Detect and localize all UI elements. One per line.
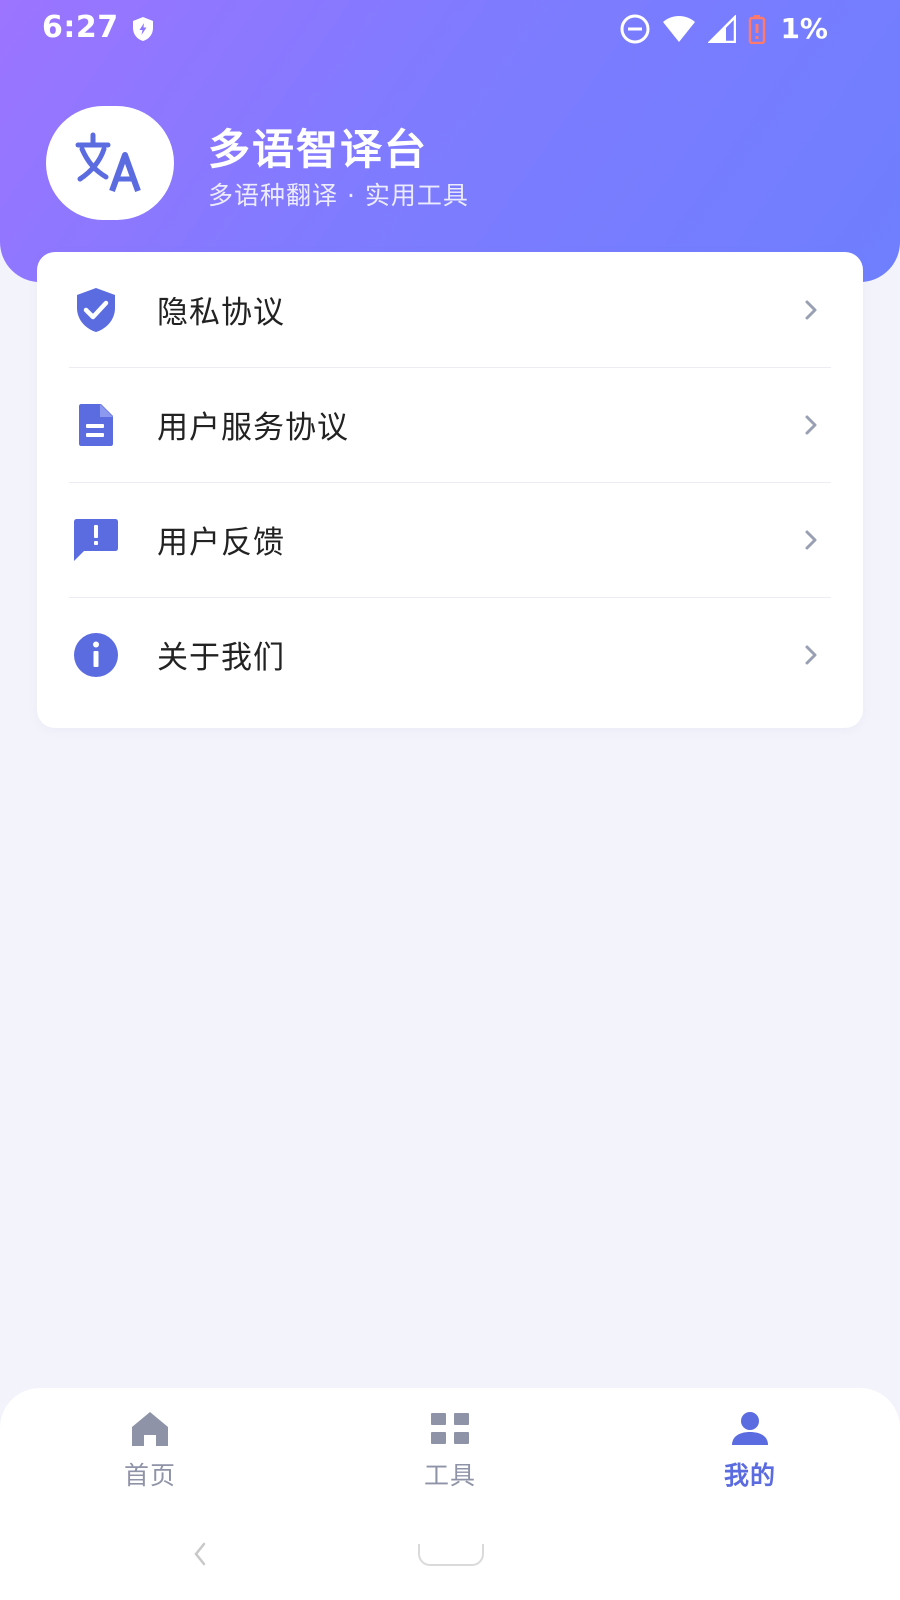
nav-label: 首页 — [123, 1461, 176, 1490]
info-icon — [71, 630, 121, 680]
signal-icon — [708, 14, 737, 43]
chevron-right-icon — [805, 415, 817, 434]
system-back-icon[interactable] — [190, 1540, 210, 1568]
app-title: 多语智译台 — [208, 125, 429, 174]
header: 6:27 1% 多语智译台 多语种翻译 · 实用工具 — [0, 0, 900, 282]
nav-label: 工具 — [423, 1461, 476, 1490]
settings-menu: 隐私协议 用户服务协议 用户反馈 关于我们 — [37, 252, 863, 728]
wifi-icon — [663, 15, 696, 42]
status-bar: 6:27 1% — [0, 0, 900, 58]
menu-item-label: 关于我们 — [157, 640, 285, 676]
status-icons: 1% — [620, 12, 828, 45]
nav-label: 我的 — [723, 1461, 776, 1490]
app-subtitle: 多语种翻译 · 实用工具 — [208, 181, 469, 210]
do-not-disturb-icon — [620, 14, 650, 43]
feedback-icon — [71, 515, 121, 565]
menu-item-privacy-policy[interactable]: 隐私协议 — [37, 252, 863, 367]
chevron-right-icon — [805, 645, 817, 664]
person-icon — [727, 1408, 773, 1450]
menu-item-label: 用户反馈 — [157, 525, 285, 561]
menu-item-label: 用户服务协议 — [157, 410, 349, 446]
nav-item-mine[interactable]: 我的 — [680, 1408, 820, 1498]
menu-item-about-us[interactable]: 关于我们 — [37, 597, 863, 712]
nav-item-tools[interactable]: 工具 — [380, 1408, 520, 1498]
chevron-right-icon — [805, 300, 817, 319]
battery-percent: 1% — [780, 12, 828, 45]
translate-icon — [75, 132, 141, 193]
document-icon — [71, 400, 121, 450]
nav-item-home[interactable]: 首页 — [80, 1408, 220, 1498]
app-logo — [46, 106, 174, 220]
chevron-right-icon — [805, 530, 817, 549]
home-icon — [127, 1408, 173, 1450]
menu-item-user-feedback[interactable]: 用户反馈 — [37, 482, 863, 597]
shield-check-icon — [71, 285, 121, 335]
status-time: 6:27 — [42, 10, 119, 45]
battery-low-icon — [749, 14, 766, 44]
menu-item-label: 隐私协议 — [157, 295, 285, 331]
shield-icon — [133, 17, 153, 41]
bottom-nav: 首页 工具 我的 — [0, 1388, 900, 1600]
menu-item-user-agreement[interactable]: 用户服务协议 — [37, 367, 863, 482]
system-home-button[interactable] — [418, 1544, 484, 1566]
grid-icon — [427, 1408, 473, 1450]
